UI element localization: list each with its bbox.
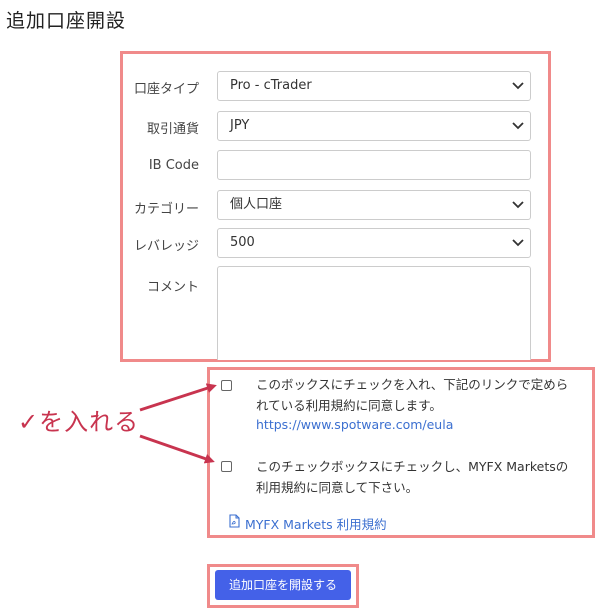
- annotation-arrows: [139, 383, 217, 464]
- arrow-to-eula-checkbox: [139, 383, 217, 412]
- open-account-button[interactable]: 追加口座を開設する: [215, 570, 351, 600]
- arrow-to-terms-checkbox: [139, 434, 215, 464]
